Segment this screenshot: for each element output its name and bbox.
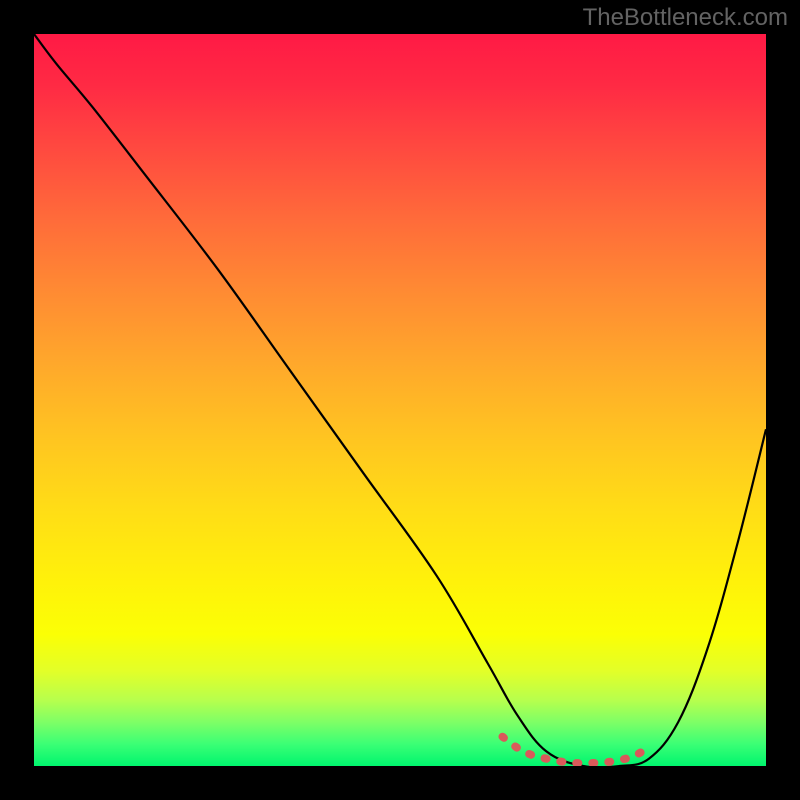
plot-area [34, 34, 766, 766]
attribution-text: TheBottleneck.com [583, 4, 788, 32]
bottleneck-curve [34, 34, 766, 766]
optimum-range-marker [503, 737, 649, 764]
chart-svg [34, 34, 766, 766]
